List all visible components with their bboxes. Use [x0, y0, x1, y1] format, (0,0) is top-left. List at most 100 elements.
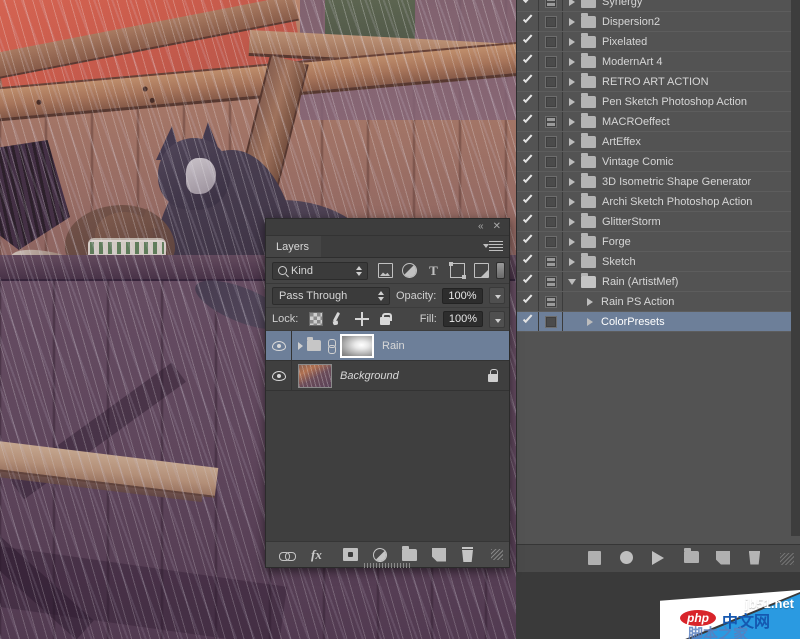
chevron-right-icon[interactable]	[563, 38, 581, 46]
fill-chevron-down-icon[interactable]	[489, 311, 505, 328]
action-dialog-toggle[interactable]	[539, 252, 563, 271]
action-toggle-checkbox[interactable]	[517, 172, 539, 191]
actions-panel[interactable]: SynergyDispersion2PixelatedModernArt 4RE…	[516, 0, 800, 572]
action-toggle-checkbox[interactable]	[517, 112, 539, 131]
chevron-updown-icon[interactable]	[355, 265, 364, 277]
chevron-right-icon[interactable]	[563, 18, 581, 26]
chevron-right-icon[interactable]	[563, 198, 581, 206]
action-dialog-toggle[interactable]	[539, 212, 563, 231]
action-toggle-checkbox[interactable]	[517, 0, 539, 11]
filter-icon-group[interactable]: T	[378, 263, 489, 278]
filter-kind-select[interactable]: Kind	[272, 262, 368, 280]
chevron-right-icon[interactable]	[563, 178, 581, 186]
action-toggle-checkbox[interactable]	[517, 192, 539, 211]
chevron-right-icon[interactable]	[563, 238, 581, 246]
action-toggle-checkbox[interactable]	[517, 132, 539, 151]
delete-button[interactable]	[748, 551, 764, 567]
action-dialog-toggle[interactable]	[539, 12, 563, 31]
lock-all-button[interactable]	[378, 312, 392, 326]
action-row[interactable]: Synergy	[517, 0, 800, 12]
actions-scrollbar[interactable]	[791, 0, 800, 536]
lock-transparent-pixels-button[interactable]	[309, 312, 323, 326]
smart-object-filter-icon[interactable]	[474, 263, 489, 278]
action-row[interactable]: ArtEffex	[517, 132, 800, 152]
layers-panel-titlebar[interactable]: « ✕	[266, 219, 509, 236]
lock-image-pixels-button[interactable]	[332, 312, 346, 326]
fill-input[interactable]: 100%	[443, 311, 483, 327]
new-adjustment-layer-button[interactable]	[373, 548, 387, 562]
action-toggle-checkbox[interactable]	[517, 12, 539, 31]
create-new-set-button[interactable]	[684, 551, 700, 567]
close-icon[interactable]: ✕	[493, 222, 501, 232]
chevron-right-icon[interactable]	[563, 0, 581, 6]
layer-mask-thumbnail[interactable]	[340, 334, 374, 358]
action-dialog-toggle[interactable]	[539, 272, 563, 291]
action-row[interactable]: Forge	[517, 232, 800, 252]
blend-mode-select[interactable]: Pass Through	[272, 287, 390, 305]
panel-menu-icon[interactable]	[489, 241, 503, 253]
action-row[interactable]: Pen Sketch Photoshop Action	[517, 92, 800, 112]
action-row[interactable]: ModernArt 4	[517, 52, 800, 72]
create-new-action-button[interactable]	[716, 551, 732, 567]
action-toggle-checkbox[interactable]	[517, 92, 539, 111]
opacity-chevron-down-icon[interactable]	[489, 287, 505, 304]
collapse-panel-icon[interactable]: «	[478, 222, 483, 232]
begin-recording-button[interactable]	[620, 551, 636, 567]
layer-visibility-toggle[interactable]	[266, 361, 292, 390]
action-row[interactable]: Archi Sketch Photoshop Action	[517, 192, 800, 212]
chevron-right-icon[interactable]	[563, 58, 581, 66]
layer-thumbnail[interactable]	[298, 364, 332, 388]
action-toggle-checkbox[interactable]	[517, 72, 539, 91]
actions-footer-toolbar[interactable]	[517, 544, 800, 572]
action-dialog-toggle[interactable]	[539, 192, 563, 211]
action-dialog-toggle[interactable]	[539, 72, 563, 91]
chevron-right-icon[interactable]	[563, 138, 581, 146]
tab-layers[interactable]: Layers	[266, 236, 321, 257]
layer-row[interactable]: Rain	[266, 331, 509, 361]
action-toggle-checkbox[interactable]	[517, 232, 539, 251]
layers-list[interactable]: Rain Background	[266, 331, 509, 541]
action-row[interactable]: ColorPresets	[517, 312, 800, 332]
action-toggle-checkbox[interactable]	[517, 312, 539, 331]
action-toggle-checkbox[interactable]	[517, 32, 539, 51]
action-dialog-toggle[interactable]	[539, 292, 563, 311]
action-row[interactable]: MACROeffect	[517, 112, 800, 132]
action-row[interactable]: Sketch	[517, 252, 800, 272]
chevron-right-icon[interactable]	[563, 98, 581, 106]
action-dialog-toggle[interactable]	[539, 32, 563, 51]
chevron-right-icon[interactable]	[563, 118, 581, 126]
actions-resize-grip[interactable]	[780, 553, 794, 565]
delete-layer-button[interactable]	[461, 547, 474, 562]
chevron-right-icon[interactable]	[581, 298, 599, 306]
layers-tab-strip[interactable]: Layers	[266, 236, 509, 258]
layers-panel[interactable]: « ✕ Layers Kind T Pas	[265, 218, 510, 568]
action-toggle-checkbox[interactable]	[517, 292, 539, 311]
lock-position-button[interactable]	[355, 312, 369, 326]
action-row[interactable]: Rain (ArtistMef)	[517, 272, 800, 292]
action-dialog-toggle[interactable]	[539, 132, 563, 151]
action-toggle-checkbox[interactable]	[517, 272, 539, 291]
action-toggle-checkbox[interactable]	[517, 212, 539, 231]
layer-name[interactable]: Background	[340, 370, 487, 382]
layer-row[interactable]: Background	[266, 361, 509, 391]
layer-visibility-toggle[interactable]	[266, 331, 292, 360]
action-toggle-checkbox[interactable]	[517, 52, 539, 71]
chevron-right-icon[interactable]	[298, 342, 303, 350]
action-toggle-checkbox[interactable]	[517, 152, 539, 171]
add-layer-style-button[interactable]: fx	[311, 547, 328, 563]
fill-group[interactable]: Fill: 100%	[420, 311, 505, 328]
action-dialog-toggle[interactable]	[539, 312, 563, 331]
shape-layer-filter-icon[interactable]	[450, 263, 465, 278]
layer-filter-row[interactable]: Kind T	[266, 258, 509, 284]
actions-list[interactable]: SynergyDispersion2PixelatedModernArt 4RE…	[517, 0, 800, 332]
action-row[interactable]: Vintage Comic	[517, 152, 800, 172]
action-row[interactable]: GlitterStorm	[517, 212, 800, 232]
action-row[interactable]: RETRO ART ACTION	[517, 72, 800, 92]
action-dialog-toggle[interactable]	[539, 172, 563, 191]
action-toggle-checkbox[interactable]	[517, 252, 539, 271]
new-group-button[interactable]	[402, 549, 417, 561]
chevron-right-icon[interactable]	[563, 158, 581, 166]
chevron-right-icon[interactable]	[563, 78, 581, 86]
pixel-layer-filter-icon[interactable]	[378, 263, 393, 278]
chevron-right-icon[interactable]	[563, 218, 581, 226]
